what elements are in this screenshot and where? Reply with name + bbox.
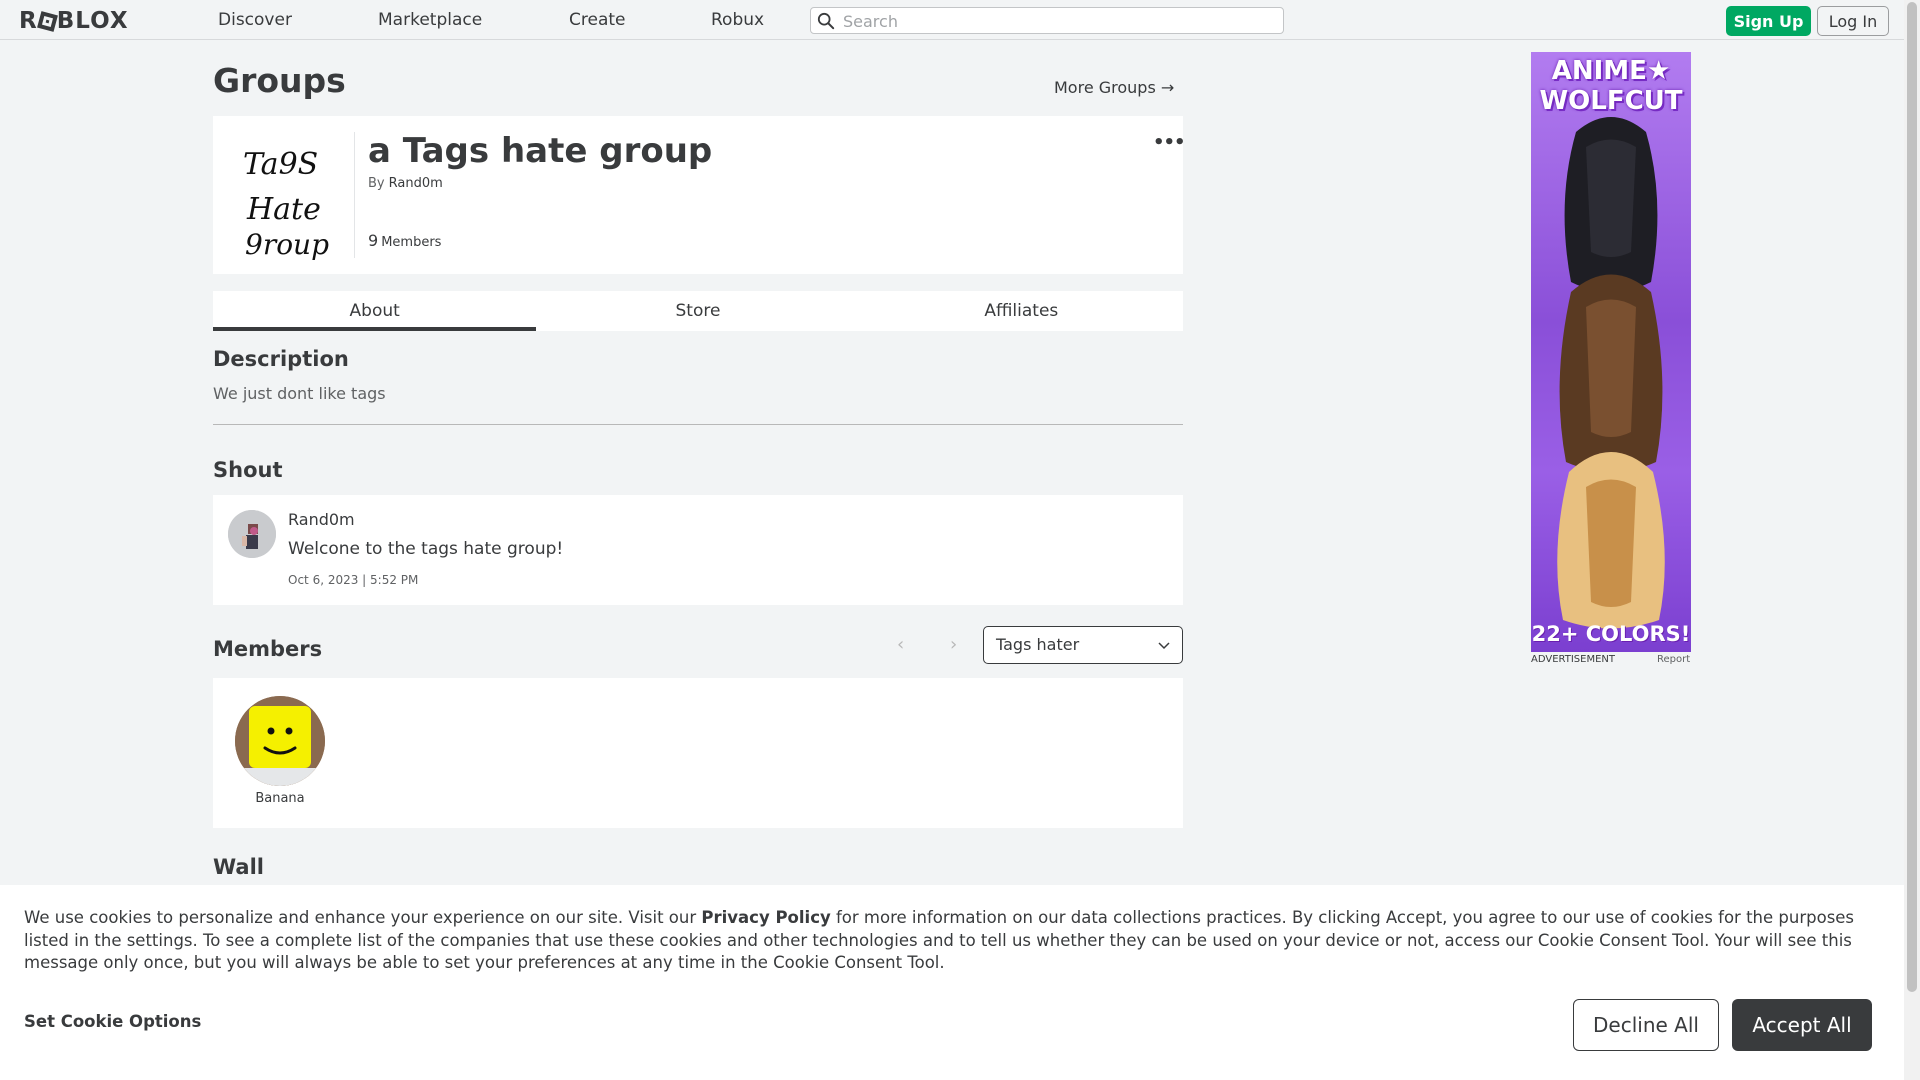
shout-body: Welcone to the tags hate group! [288, 539, 564, 559]
decline-all-button[interactable]: Decline All [1573, 999, 1719, 1051]
group-tabs: About Store Affiliates [213, 291, 1183, 331]
emblem-divider [354, 132, 355, 258]
shout-heading: Shout [213, 458, 283, 482]
wall-heading: Wall [213, 855, 264, 879]
shout-date: Oct 6, 2023 | 5:52 PM [288, 573, 419, 587]
svg-text:9roup: 9roup [245, 228, 329, 261]
top-navigation-bar: R BLOX Discover Marketplace Create Robux … [0, 0, 1904, 40]
role-dropdown[interactable]: Tags hater [983, 626, 1183, 664]
shout-card: Rand0m Welcone to the tags hate group! O… [213, 495, 1183, 605]
svg-text:Ta9S: Ta9S [243, 147, 318, 182]
description-heading: Description [213, 347, 349, 371]
member-name[interactable]: Banana [235, 791, 325, 806]
search-input[interactable] [843, 11, 1273, 31]
sign-up-button[interactable]: Sign Up [1726, 6, 1811, 36]
member-count-label: Members [381, 235, 442, 250]
chevron-down-icon [1158, 642, 1170, 650]
group-emblem-image: Ta9S Hate 9roup [243, 147, 329, 261]
avatar-image [228, 510, 276, 558]
member-avatar-image [235, 696, 325, 786]
set-cookie-options-link[interactable]: Set Cookie Options [24, 1012, 201, 1031]
ad-label: ADVERTISEMENT [1531, 654, 1616, 665]
cookie-text: We use cookies to personalize and enhanc… [24, 908, 1855, 972]
group-owner: By Rand0m [368, 176, 443, 191]
nav-marketplace[interactable]: Marketplace [378, 10, 482, 30]
accept-all-button[interactable]: Accept All [1732, 999, 1872, 1051]
members-heading: Members [213, 637, 323, 661]
members-card: Banana [213, 678, 1183, 828]
by-label: By [368, 176, 385, 191]
page-title: Groups [213, 61, 346, 100]
ad-report-link[interactable]: Report [1657, 654, 1690, 665]
tab-store[interactable]: Store [536, 291, 859, 331]
role-selected-value: Tags hater [996, 635, 1080, 654]
more-options-icon[interactable]: ••• [1153, 132, 1186, 153]
page-scrollbar[interactable] [1904, 0, 1920, 1080]
nav-robux[interactable]: Robux [711, 10, 764, 30]
roblox-logo[interactable]: R BLOX [19, 8, 129, 34]
avatar[interactable] [228, 510, 276, 558]
tab-about[interactable]: About [213, 291, 537, 331]
member-count-value: 9 [368, 231, 379, 250]
group-header-card: Ta9S Hate 9roup a Tags hate group By Rand… [213, 116, 1186, 274]
more-groups-link[interactable]: More Groups → [1054, 78, 1174, 97]
nav-discover[interactable]: Discover [218, 10, 292, 30]
privacy-policy-link[interactable]: Privacy Policy [701, 908, 830, 927]
tab-affiliates[interactable]: Affiliates [860, 291, 1183, 331]
shout-author[interactable]: Rand0m [288, 510, 355, 529]
nav-create[interactable]: Create [569, 10, 626, 30]
log-in-button[interactable]: Log In [1817, 6, 1889, 36]
ad-footer-text: 22+ COLORS! [1531, 622, 1691, 646]
chevron-right-icon[interactable]: › [950, 634, 957, 655]
search-box[interactable] [810, 7, 1284, 34]
avatar[interactable] [235, 696, 325, 786]
ad-hair-artwork [1557, 117, 1665, 629]
group-emblem: Ta9S Hate 9roup [221, 124, 361, 264]
cookie-consent-banner: We use cookies to personalize and enhanc… [0, 885, 1904, 1080]
svg-text:Hate: Hate [246, 192, 321, 227]
chevron-left-icon[interactable]: ‹ [897, 634, 904, 655]
advertisement-banner[interactable]: ANIME★ WOLFCUT 22+ COLORS! [1531, 52, 1691, 652]
group-name: a Tags hate group [368, 131, 713, 171]
section-divider [213, 424, 1183, 425]
search-icon [817, 12, 835, 30]
owner-link[interactable]: Rand0m [389, 176, 443, 191]
scrollbar-thumb[interactable] [1907, 2, 1917, 992]
description-text: We just dont like tags [213, 384, 386, 403]
member-count: 9 Members [368, 231, 441, 250]
